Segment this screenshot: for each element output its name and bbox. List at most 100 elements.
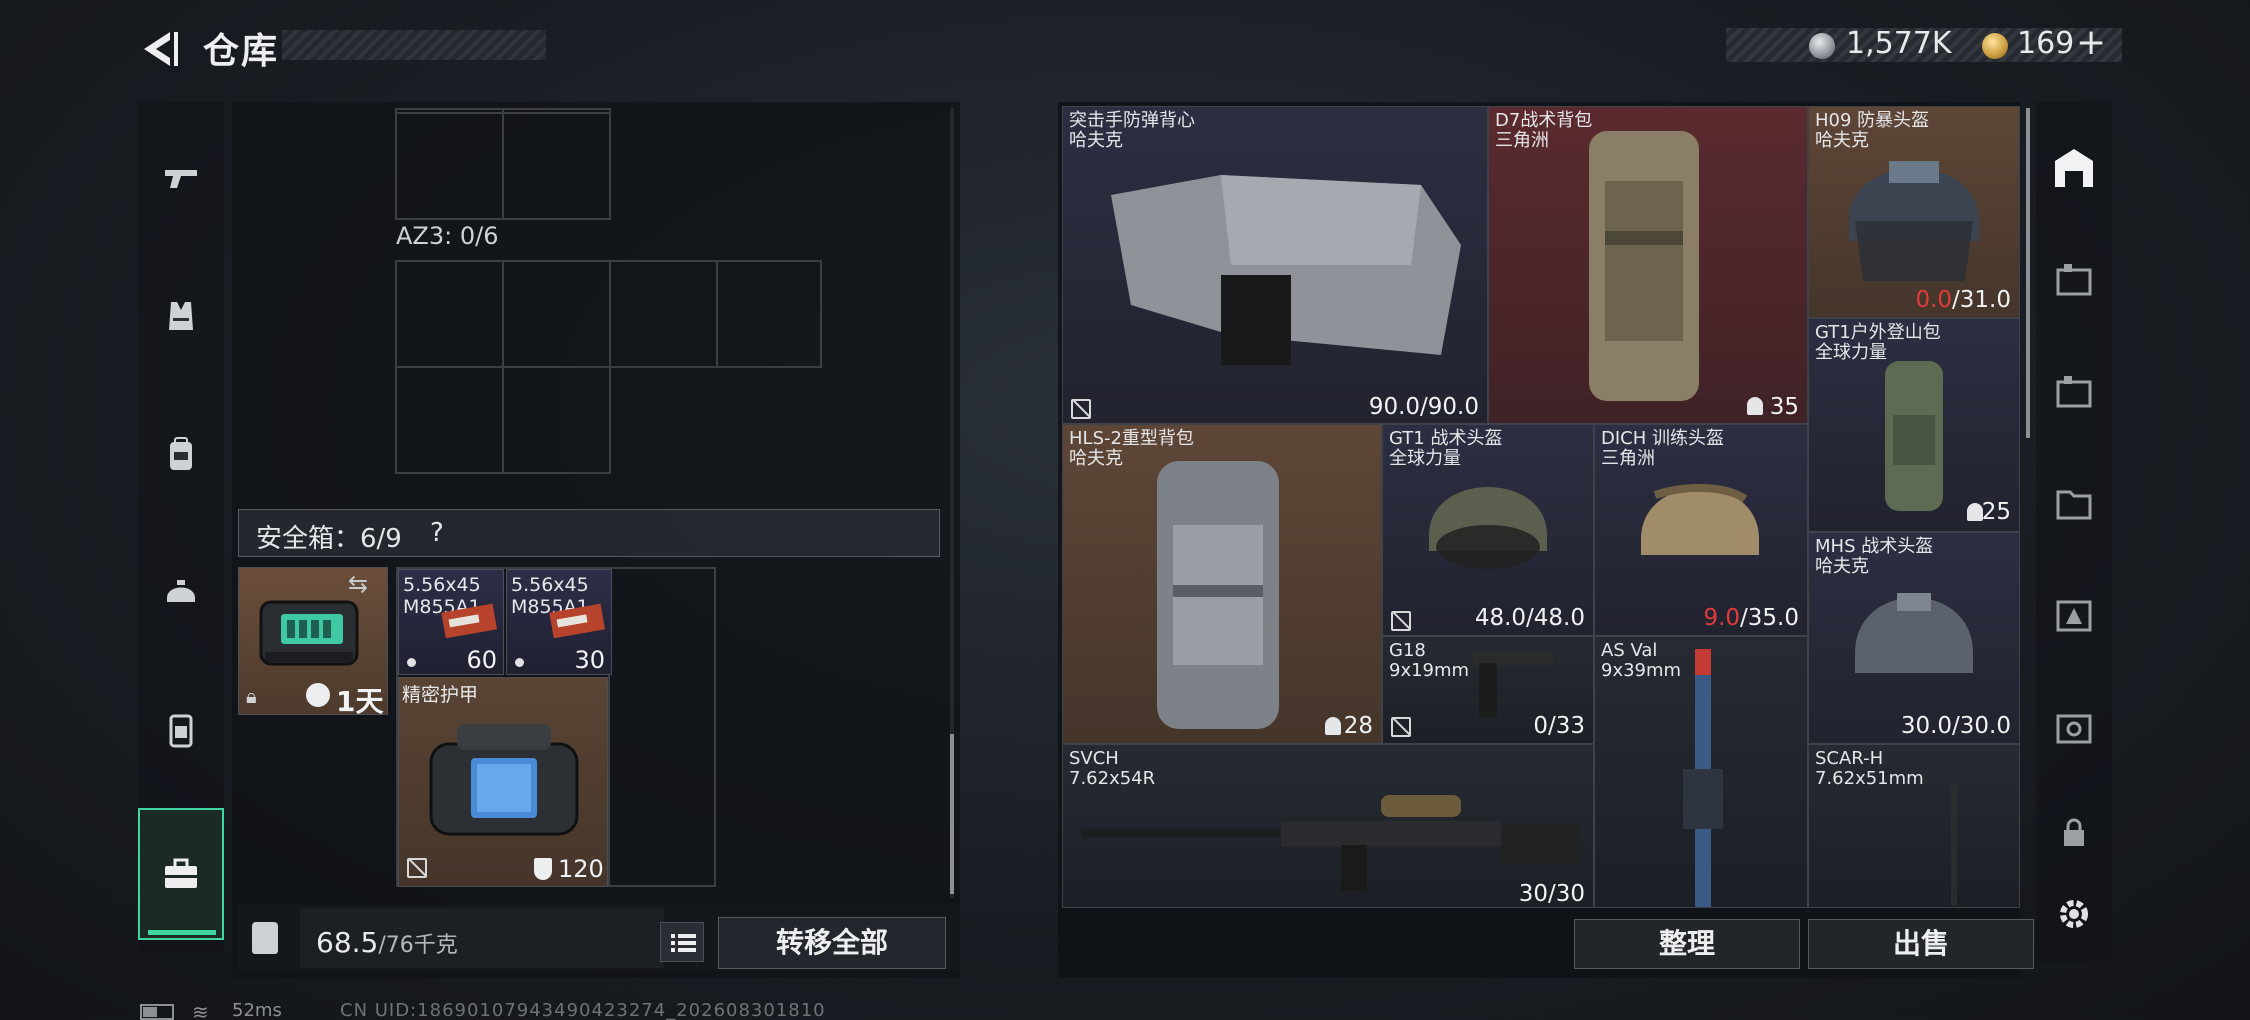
help-icon[interactable]: ? xyxy=(430,518,444,548)
stash-item-h09-helmet[interactable]: H09 防暴头盔 哈夫克 0.0/31.0 xyxy=(1808,106,2020,318)
lock-icon xyxy=(2064,818,2084,846)
grid-divider xyxy=(502,260,504,368)
item-durability: 30.0/30.0 xyxy=(1900,713,2011,739)
ammo-count: 60 xyxy=(466,646,497,674)
ammo-item[interactable]: 5.56x45 M855A1 30 xyxy=(506,569,612,675)
active-indicator xyxy=(148,930,216,935)
durability-current: 9.0 xyxy=(1703,605,1741,631)
stash-tab-locked[interactable] xyxy=(2040,808,2108,858)
lock-icon: 🔒︎ xyxy=(246,684,257,708)
ammo-caliber: 5.56x45 xyxy=(511,574,589,596)
helmet-item-icon xyxy=(1855,593,1973,673)
item-durability: 48.0/48.0 xyxy=(1474,605,1585,631)
helmet-icon xyxy=(167,580,195,602)
durability-max: /35.0 xyxy=(1740,605,1799,631)
swap-icon[interactable]: ⇆ xyxy=(348,570,368,598)
stash-tab-all[interactable] xyxy=(2040,128,2108,208)
grid-divider xyxy=(395,112,611,114)
no-insure-icon xyxy=(1391,717,1411,737)
capacity-icon xyxy=(1747,397,1763,415)
nav-safebox[interactable] xyxy=(138,808,224,940)
az3-capacity-label: AZ3: 0/6 xyxy=(396,222,499,250)
grid-divider xyxy=(502,108,504,220)
item-name: 突击手防弹背心 xyxy=(1069,110,1195,131)
grid-divider xyxy=(716,260,718,368)
stash-scrollbar[interactable] xyxy=(2026,108,2030,438)
stash-item-svch[interactable]: SVCH 7.62x54R 30/30 xyxy=(1062,744,1594,908)
helmet-item-icon xyxy=(1849,161,1979,281)
armor-bag-icon xyxy=(429,724,579,836)
ammo-dot-icon xyxy=(515,658,524,667)
grid-divider xyxy=(609,260,611,368)
nav-helmet[interactable] xyxy=(138,532,224,652)
nav-backpack[interactable] xyxy=(138,394,224,514)
nav-vest[interactable] xyxy=(138,256,224,376)
grid-divider xyxy=(502,366,504,474)
stash-tab-4[interactable] xyxy=(2040,464,2108,544)
ammo-dot-icon xyxy=(407,658,416,667)
user-uid: CN UID:18690107943490423274_202608301810 xyxy=(340,1000,826,1020)
no-insure-icon xyxy=(1391,611,1411,631)
ammo-box-icon xyxy=(441,603,498,639)
stash-item-dich-helmet[interactable]: DICH 训练头盔 三角洲 9.0/35.0 xyxy=(1594,424,1808,636)
sniper-rifle-item-icon xyxy=(1081,795,1581,891)
ammo-item[interactable]: 5.56x45 M855A1 60 xyxy=(398,569,504,675)
silver-coin-icon xyxy=(1809,33,1835,59)
item-name: SVCH xyxy=(1069,748,1119,769)
stash-tab-3[interactable] xyxy=(2040,352,2108,432)
left-scrollbar-thumb[interactable] xyxy=(950,734,954,894)
item-brand: 哈夫克 xyxy=(1069,130,1123,151)
item-name: DICH 训练头盔 xyxy=(1601,428,1724,449)
armor-durability: 120 xyxy=(558,855,604,883)
stash-item-gt1-backpack[interactable]: GT1户外登山包 全球力量 25 xyxy=(1808,318,2020,532)
stash-tab-6[interactable] xyxy=(2040,688,2108,768)
gear-icon xyxy=(2060,900,2088,928)
list-icon xyxy=(671,934,696,952)
item-capacity: 25 xyxy=(1981,499,2011,525)
back-arrow-icon xyxy=(144,32,178,66)
sort-button[interactable]: 整理 xyxy=(1574,919,1800,969)
silver-amount: 1,577K xyxy=(1846,26,1952,61)
backpack-item-icon xyxy=(1589,131,1699,401)
title-decoration xyxy=(282,30,546,60)
nav-weapon[interactable] xyxy=(138,118,224,238)
stash-item-scar-h[interactable]: SCAR-H 7.62x51mm xyxy=(1808,744,2020,908)
item-brand: 7.62x51mm xyxy=(1815,768,1924,789)
nav-container[interactable] xyxy=(138,670,224,790)
ammo-count: 30 xyxy=(574,646,605,674)
stash-item-gt1-helmet[interactable]: GT1 战术头盔 全球力量 48.0/48.0 xyxy=(1382,424,1594,636)
durability-max: /31.0 xyxy=(1952,287,2011,313)
stash-item-as-val[interactable]: AS Val 9x39mm xyxy=(1594,636,1808,908)
item-name: MHS 战术头盔 xyxy=(1815,536,1934,557)
no-insure-icon xyxy=(1071,399,1091,419)
stash-item-hls2-backpack[interactable]: HLS-2重型背包 哈夫克 28 xyxy=(1062,424,1382,744)
transfer-all-button[interactable]: 转移全部 xyxy=(718,917,946,969)
back-button[interactable] xyxy=(136,26,182,72)
warehouse-icon xyxy=(2055,149,2093,187)
sell-button[interactable]: 出售 xyxy=(1808,919,2034,969)
item-capacity: 28 xyxy=(1343,713,1373,739)
pistol-item-icon xyxy=(1473,651,1553,717)
wifi-icon: ≋ xyxy=(192,1000,209,1020)
gold-amount: 169 xyxy=(2017,26,2075,61)
storage-tab-icon xyxy=(2056,376,2092,408)
capacity-icon xyxy=(1967,503,1983,521)
item-name: SCAR-H xyxy=(1815,748,1884,769)
add-currency-button[interactable]: + xyxy=(2076,22,2106,63)
backpack-item-icon xyxy=(1885,361,1943,511)
stash-item-mhs-helmet[interactable]: MHS 战术头盔 哈夫克 30.0/30.0 xyxy=(1808,532,2020,744)
folder-tab-icon xyxy=(2056,490,2092,520)
stash-item-vest[interactable]: 突击手防弹背心 哈夫克 90.0/90.0 xyxy=(1062,106,1488,424)
vest-item-icon xyxy=(1111,175,1461,365)
shield-icon xyxy=(534,858,552,880)
settings-button[interactable] xyxy=(2040,884,2108,944)
armor-name: 精密护甲 xyxy=(402,684,479,706)
stash-item-d7-backpack[interactable]: D7战术背包 三角洲 35 xyxy=(1488,106,1808,424)
stash-tab-2[interactable] xyxy=(2040,240,2108,320)
device-duration: 1天 xyxy=(336,685,384,718)
warning-tab-icon xyxy=(2056,600,2092,632)
container-icon xyxy=(169,714,193,748)
stash-item-g18[interactable]: G18 9x19mm 0/33 xyxy=(1382,636,1594,744)
list-view-button[interactable] xyxy=(660,922,704,962)
stash-tab-5[interactable] xyxy=(2040,576,2108,656)
